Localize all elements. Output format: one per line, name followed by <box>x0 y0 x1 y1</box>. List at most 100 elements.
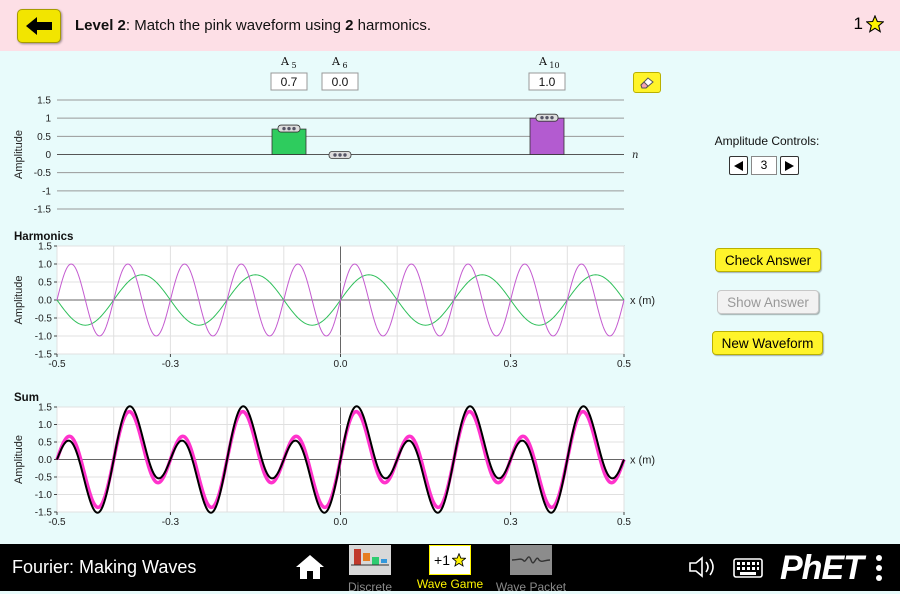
discrete-screen-icon <box>349 545 391 575</box>
amplitude-tick-label: 0.5 <box>37 132 51 143</box>
chart-x-axis-label: x (m) <box>630 455 655 467</box>
keyboard-icon <box>733 558 763 578</box>
amplitude-tick-label: -0.5 <box>34 168 52 179</box>
amplitude-tick-label: 1 <box>45 114 51 125</box>
keyboard-help-button[interactable] <box>733 558 763 581</box>
tab-discrete-label: Discrete <box>347 580 392 594</box>
phet-logo[interactable]: PhET <box>780 549 864 588</box>
star-icon <box>451 553 466 567</box>
chart-x-tick-label: -0.5 <box>48 359 66 370</box>
instruction-text-pre: : Match the pink waveform using <box>125 17 346 34</box>
navigation-bar: Fourier: Making Waves Discrete +1 Wave G… <box>0 544 900 594</box>
chart-y-axis-label: Amplitude <box>13 435 25 484</box>
show-answer-button[interactable]: Show Answer <box>717 290 819 314</box>
triangle-left-icon <box>734 160 743 171</box>
tab-wave-game[interactable]: +1 Wave Game <box>415 545 485 591</box>
arrow-left-icon <box>26 17 52 35</box>
speaker-icon <box>689 556 714 578</box>
level-label: Level 2 <box>75 17 126 34</box>
amplitude-bar <box>529 117 565 155</box>
amplitude-tick-label: 0 <box>45 150 51 161</box>
harmonic-amplitude-value: 0.0 <box>332 75 349 89</box>
increment-button[interactable] <box>780 156 799 175</box>
amplitude-controls-stepper: 3 <box>729 156 799 175</box>
sound-toggle-button[interactable] <box>688 556 718 581</box>
check-answer-button[interactable]: Check Answer <box>715 248 821 272</box>
chart-y-tick-label: 1.0 <box>38 260 52 271</box>
chart-title: Harmonics <box>14 231 73 243</box>
chart-x-axis-label: x (m) <box>630 295 655 307</box>
amplitude-controls-value: 3 <box>751 156 777 175</box>
home-icon <box>296 555 324 579</box>
drag-handle-dot <box>292 126 296 131</box>
drag-handle-dot <box>333 153 337 157</box>
drag-handle-dot <box>282 126 286 131</box>
chart-y-tick-label: 1.5 <box>38 242 52 253</box>
score-value: 1 <box>853 14 863 33</box>
chart-y-tick-label: -0.5 <box>35 314 53 325</box>
harmonic-amplitude-value: 0.7 <box>281 75 298 89</box>
sum-chart: 1.51.00.50.0-0.5-1.0-1.5-0.5 -0.3 0.0 0.3 0.… <box>13 392 655 528</box>
harmonic-amplitude-label: A <box>280 55 290 68</box>
level-instruction: Level 2: Match the pink waveform using 2… <box>75 17 431 34</box>
amplitude-axis-label: Amplitude <box>13 130 25 179</box>
wave-packet-screen-icon <box>510 545 552 575</box>
tab-wave-game-label: Wave Game <box>416 577 484 591</box>
star-icon <box>866 15 884 33</box>
drag-handle-dot <box>550 115 554 120</box>
harmonic-index-subscript: 6 <box>342 61 347 70</box>
drag-handle-dot <box>343 153 347 157</box>
more-vertical-icon <box>876 555 882 581</box>
amplitude-tick-label: -1 <box>42 186 51 197</box>
amplitude-tick-label: -1.5 <box>34 205 52 216</box>
chart-x-tick-label: -0.3 <box>162 517 180 528</box>
instruction-text-post: harmonics. <box>353 17 432 34</box>
chart-y-tick-label: 1.5 <box>38 403 52 414</box>
chart-y-tick-label: -0.5 <box>35 473 53 484</box>
chart-y-axis-label: Amplitude <box>13 276 25 325</box>
home-button[interactable] <box>295 554 325 583</box>
eraser-icon <box>640 76 654 88</box>
eraser-button[interactable] <box>633 72 661 93</box>
phet-menu-button[interactable] <box>875 554 883 585</box>
n-axis-label: n <box>632 150 638 161</box>
drag-handle-dot <box>545 115 549 120</box>
chart-y-tick-label: -1.0 <box>35 332 53 343</box>
sim-title: Fourier: Making Waves <box>12 557 197 577</box>
chart-x-tick-label: -0.3 <box>162 359 180 370</box>
harmonic-amplitude-value: 1.0 <box>539 75 556 89</box>
new-waveform-button[interactable]: New Waveform <box>712 331 823 355</box>
chart-y-tick-label: 0.0 <box>38 296 52 307</box>
back-button[interactable] <box>17 9 61 43</box>
harmonic-amplitude-label: A <box>538 55 548 68</box>
harmonic-index-subscript: 5 <box>291 61 296 70</box>
triangle-right-icon <box>785 160 794 171</box>
chart-y-tick-label: 0.5 <box>38 438 52 449</box>
tab-wave-packet-label: Wave Packet <box>495 580 567 594</box>
chart-y-tick-label: 0.0 <box>38 455 52 466</box>
chart-x-tick-label: 0.3 <box>504 359 518 370</box>
tab-discrete[interactable]: Discrete <box>344 545 396 594</box>
amplitudes-panel: 1.510.50-0.5-1-1.5nAmplitudeA 50.7A 60.0A 1… <box>13 55 638 216</box>
chart-x-tick-label: -0.5 <box>48 517 66 528</box>
amplitude-controls-label: Amplitude Controls: <box>714 134 820 148</box>
score-display: 1 <box>854 14 884 34</box>
chart-x-tick-label: 0.5 <box>617 517 631 528</box>
chart-y-tick-label: 0.5 <box>38 278 52 289</box>
harmonic-amplitude-label: A <box>331 55 341 68</box>
harmonics-chart: 1.51.00.50.0-0.5-1.0-1.5-0.5 -0.3 0.0 0.3 0.… <box>13 231 655 370</box>
chart-x-tick-label: 0.0 <box>334 359 348 370</box>
amplitude-bar <box>271 128 307 155</box>
chart-x-tick-label: 0.0 <box>334 517 348 528</box>
wave-game-screen-icon: +1 <box>429 545 471 575</box>
chart-y-tick-label: -1.0 <box>35 490 53 501</box>
chart-title: Sum <box>14 392 39 404</box>
decrement-button[interactable] <box>729 156 748 175</box>
drag-handle-dot <box>540 115 544 120</box>
tab-wave-packet[interactable]: Wave Packet <box>494 545 568 594</box>
amplitude-tick-label: 1.5 <box>37 96 51 107</box>
chart-x-tick-label: 0.5 <box>617 359 631 370</box>
top-bar: Level 2: Match the pink waveform using 2… <box>0 0 900 51</box>
drag-handle-dot <box>287 126 291 131</box>
wave-game-icon-text: +1 <box>434 552 450 568</box>
